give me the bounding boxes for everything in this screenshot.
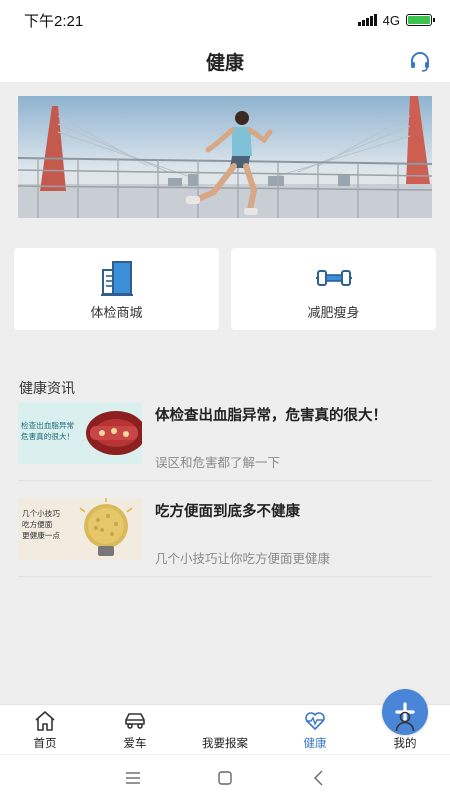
- status-time: 下午2:21: [24, 12, 84, 30]
- tab-label: 首页: [33, 738, 57, 750]
- header: 健康: [0, 40, 450, 82]
- news-subtitle: 几个小技巧让你吃方便面更健康: [155, 552, 331, 566]
- menu-icon[interactable]: [123, 768, 143, 788]
- quick-action-health-mall[interactable]: 体检商城: [14, 248, 219, 330]
- tab-label: 我要报案: [202, 738, 248, 750]
- user-icon: [395, 711, 415, 732]
- bottom-tab-bar: 首页 爱车 我要报案 健康 我的: [0, 689, 450, 755]
- quick-action-weight-loss[interactable]: 减肥瘦身: [231, 248, 436, 330]
- news-subtitle: 误区和危害都了解一下: [155, 456, 281, 470]
- news-thumb-caption-line: 检查出血脂异常: [21, 420, 74, 430]
- home-icon: [35, 711, 55, 731]
- heartbeat-icon: [305, 712, 325, 730]
- news-thumb-caption-line: 更健康一点: [22, 530, 60, 540]
- tab-label: 健康: [303, 738, 327, 750]
- network-type: 4G: [382, 12, 400, 28]
- news-thumb-caption-line: 吃方便面: [22, 519, 53, 529]
- news-title: 吃方便面到底多不健康: [155, 504, 300, 520]
- status-bar: 下午2:21 4G: [0, 0, 450, 40]
- divider: [18, 576, 432, 577]
- divider: [18, 480, 432, 481]
- running-man-banner[interactable]: [18, 96, 432, 218]
- tab-car[interactable]: 爱车: [90, 705, 180, 755]
- tab-home[interactable]: 首页: [0, 705, 90, 755]
- news-item[interactable]: 几个小技巧 吃方便面 更健康一点 吃方便面到底多不健康 几个小技巧让你吃方便面更…: [18, 497, 432, 573]
- dumbbell-icon: [315, 269, 352, 286]
- main-content: 体检商城 减肥瘦身 健康资讯 检查出血脂异常 危害真的很大！ 体检查出血脂异常，…: [0, 82, 450, 704]
- news-title: 体检查出血脂异常，危害真的很大！: [155, 408, 387, 424]
- news-thumbnail-instant-noodles: 几个小技巧 吃方便面 更健康一点: [18, 498, 142, 560]
- tab-report-claim[interactable]: 我要报案: [180, 689, 428, 755]
- quick-action-label: 减肥瘦身: [307, 304, 360, 320]
- news-item[interactable]: 检查出血脂异常 危害真的很大！ 体检查出血脂异常，危害真的很大！ 误区和危害都了…: [18, 401, 432, 477]
- battery-icon: [406, 14, 435, 26]
- signal-icon: [358, 14, 377, 26]
- quick-action-label: 体检商城: [90, 304, 143, 320]
- system-nav-bar: [0, 754, 450, 800]
- news-thumbnail-blood-lipid: 检查出血脂异常 危害真的很大！: [18, 402, 142, 464]
- news-section-title: 健康资讯: [19, 380, 75, 396]
- tab-label: 爱车: [123, 738, 147, 750]
- status-icons: 4G: [358, 12, 435, 28]
- car-icon: [125, 713, 145, 729]
- building-icon: [100, 260, 133, 296]
- tab-label: 我的: [393, 738, 417, 750]
- news-thumb-caption-line: 危害真的很大！: [21, 431, 74, 441]
- tab-health[interactable]: 健康: [270, 705, 360, 755]
- headset-icon[interactable]: [408, 49, 432, 73]
- back-icon[interactable]: [309, 768, 329, 788]
- news-thumb-caption-line: 几个小技巧: [22, 508, 60, 518]
- page-title: 健康: [205, 52, 244, 74]
- home-square-icon[interactable]: [215, 768, 235, 788]
- tab-profile[interactable]: 我的: [360, 705, 450, 755]
